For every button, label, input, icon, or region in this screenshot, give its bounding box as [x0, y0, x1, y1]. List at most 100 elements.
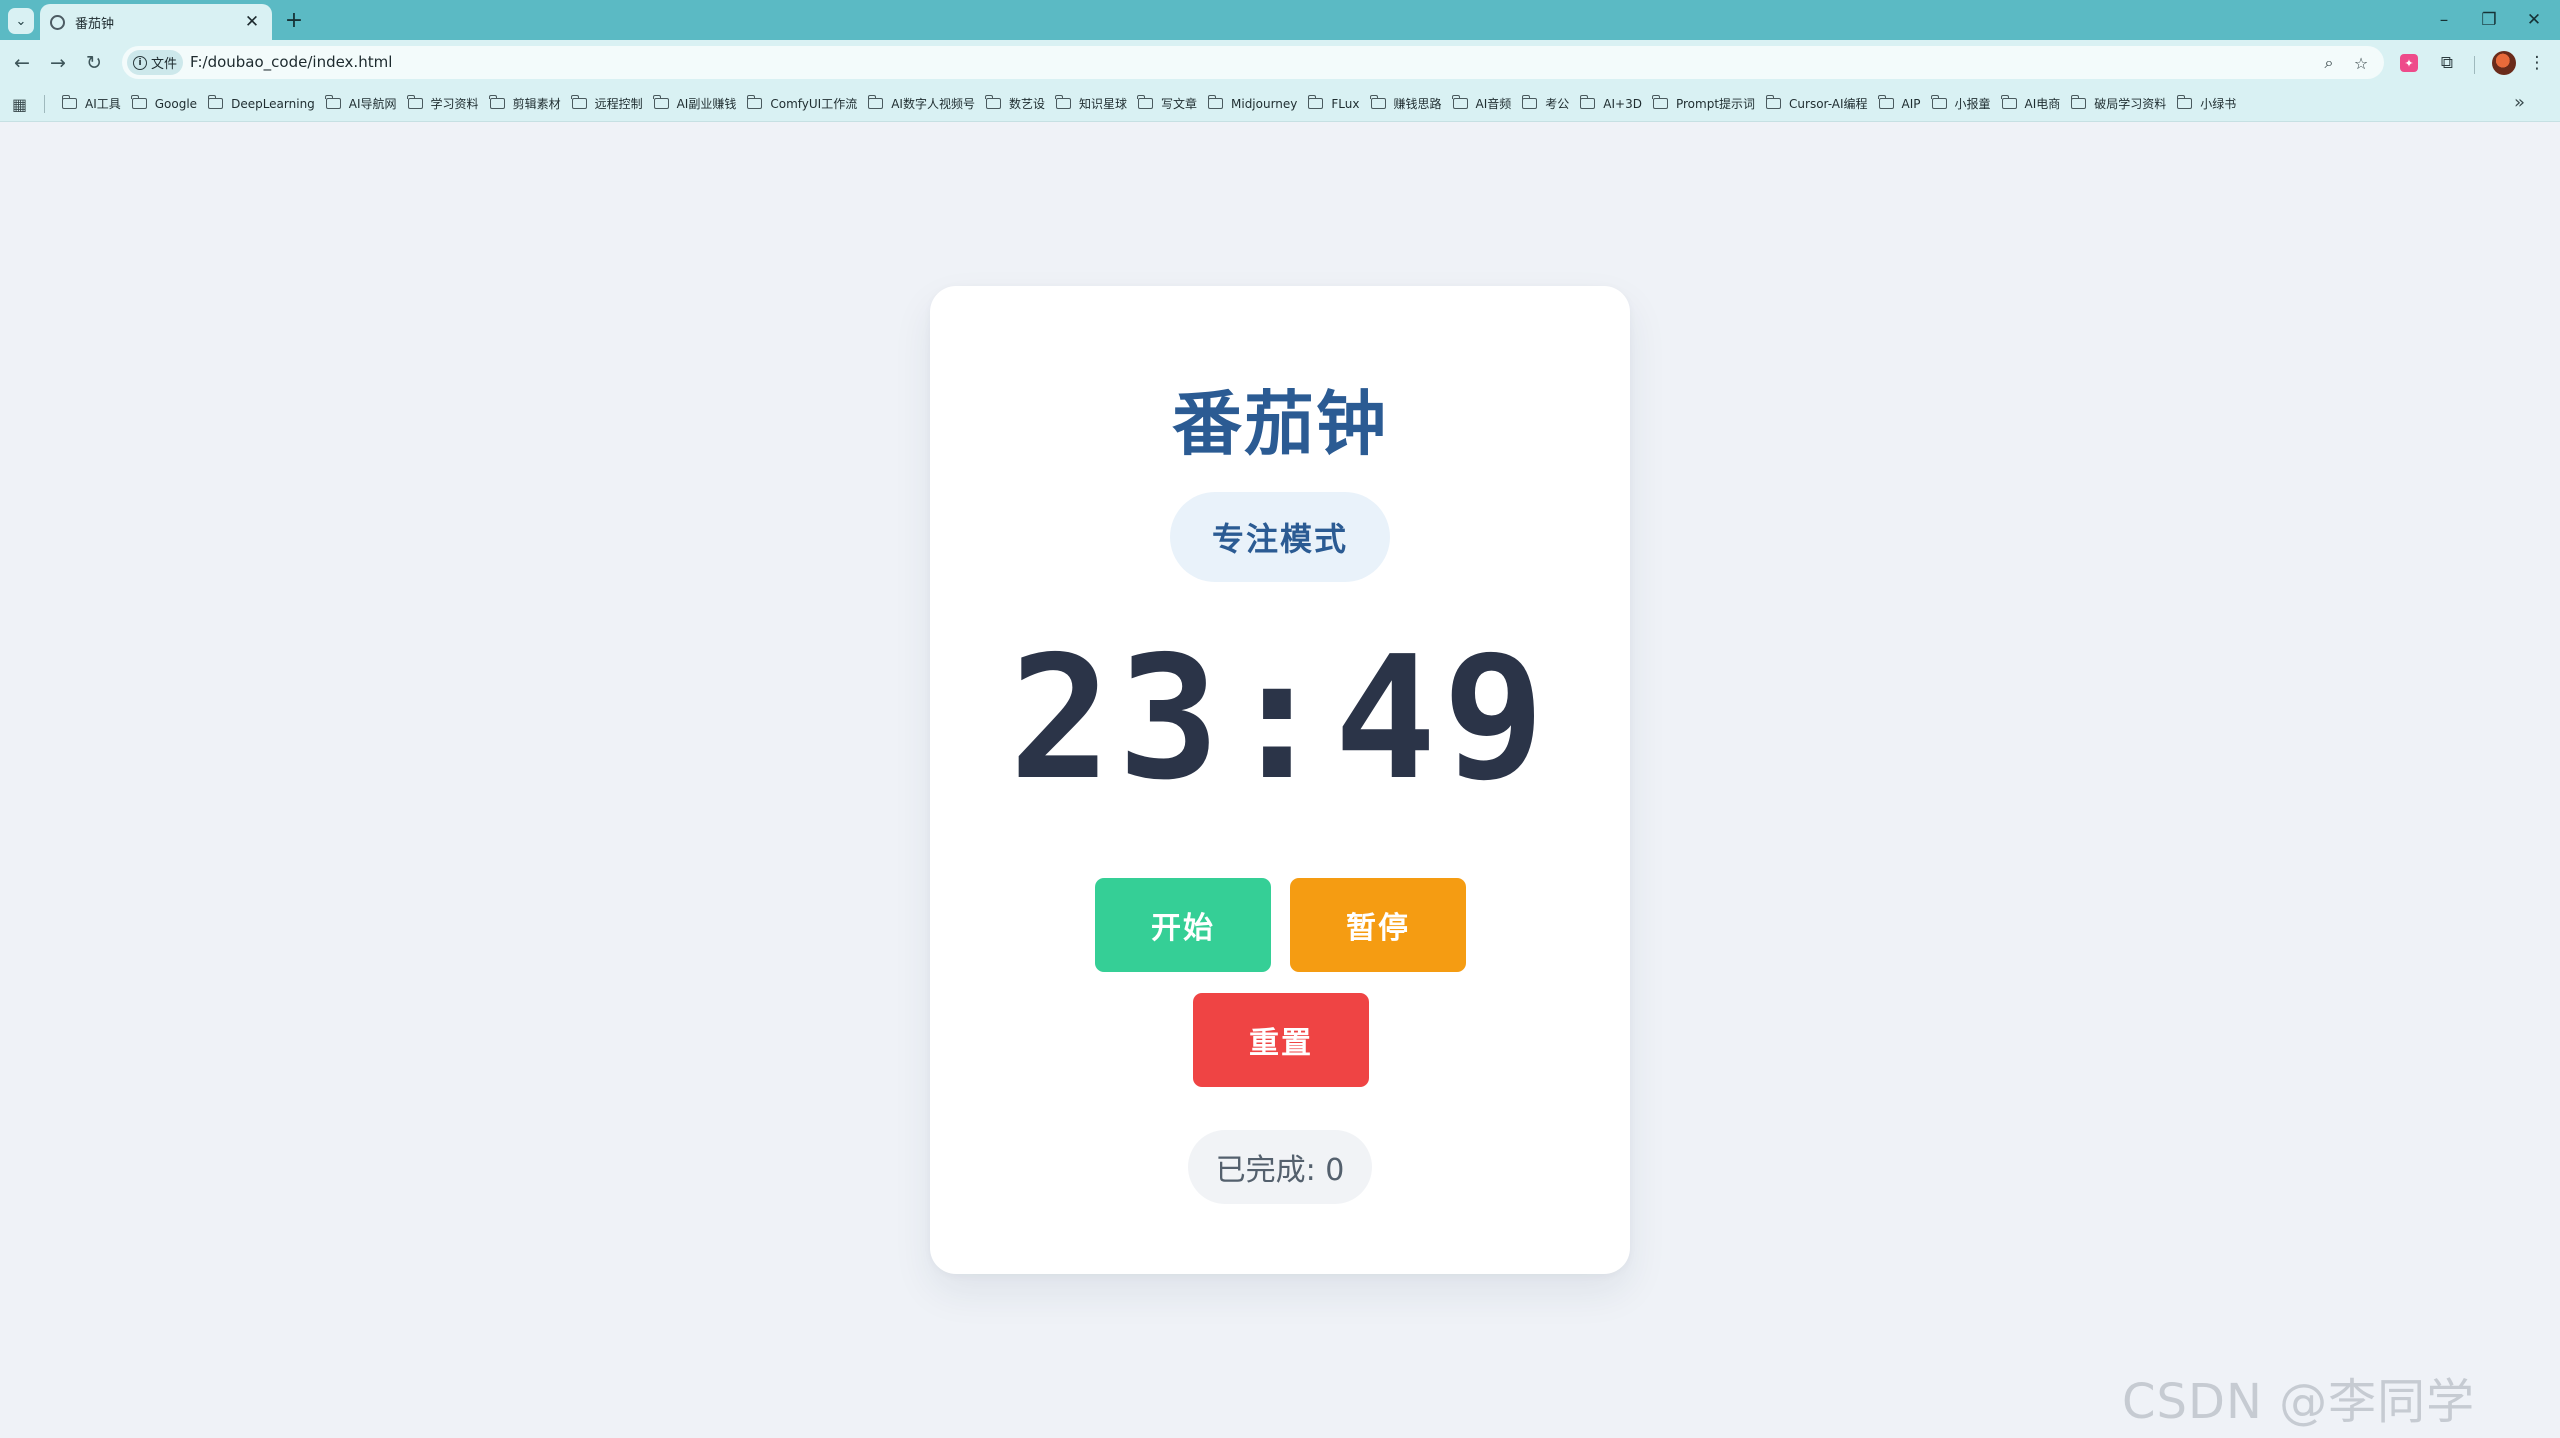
- bookmark-item[interactable]: Midjourney: [1204, 90, 1304, 118]
- folder-icon: [131, 95, 147, 109]
- bookmark-label: DeepLearning: [231, 96, 315, 111]
- folder-icon: [1452, 95, 1468, 109]
- timer-display: 23:49: [1009, 620, 1551, 818]
- folder-icon: [1878, 95, 1894, 109]
- new-tab-button[interactable]: +: [280, 6, 308, 34]
- tab-title: 番茄钟: [75, 16, 115, 32]
- folder-icon: [2070, 95, 2087, 109]
- tab-close-icon[interactable]: ✕: [242, 12, 262, 32]
- bookmark-label: 小报童: [1954, 97, 1991, 111]
- bookmark-label: 数艺设: [1008, 97, 1045, 111]
- active-tab[interactable]: 番茄钟 ✕: [40, 4, 272, 40]
- folder-icon: [1579, 95, 1596, 109]
- bookmark-item[interactable]: 考公: [1518, 90, 1576, 118]
- bookmark-item[interactable]: 破局学习资料: [2067, 90, 2173, 118]
- start-button[interactable]: 开始: [1095, 878, 1271, 972]
- folder-icon: [867, 95, 884, 109]
- bookmark-item[interactable]: AI音频: [1449, 90, 1519, 118]
- bookmark-list: AI工具 Google DeepLearning AI导航网 学习资料 剪辑素材 远程控制 A…: [58, 85, 2243, 122]
- bookmark-item[interactable]: 剪辑素材: [486, 90, 568, 118]
- bookmark-item[interactable]: Google: [128, 90, 204, 118]
- minimize-button[interactable]: –: [2424, 4, 2464, 36]
- more-bookmarks-icon[interactable]: »: [2514, 92, 2525, 113]
- bookmark-item[interactable]: AI导航网: [322, 90, 404, 118]
- folder-icon: [1521, 95, 1538, 109]
- bookmark-label: 知识星球: [1078, 97, 1127, 111]
- folder-icon: [1765, 95, 1782, 109]
- bookmark-item[interactable]: ComfyUI工作流: [743, 90, 864, 118]
- bookmark-item[interactable]: 数艺设: [982, 90, 1052, 118]
- apps-grid-icon[interactable]: ▦: [12, 95, 27, 114]
- back-arrow-icon[interactable]: ←: [7, 48, 37, 78]
- bookmark-item[interactable]: AI+3D: [1576, 90, 1649, 118]
- folder-icon: [1931, 95, 1947, 109]
- bookmark-item[interactable]: AIP: [1875, 90, 1928, 118]
- bookmark-label: 写文章: [1160, 97, 1197, 111]
- forward-arrow-icon[interactable]: →: [43, 48, 73, 78]
- folder-icon: [985, 95, 1001, 109]
- tab-search-icon[interactable]: ⌄: [8, 8, 34, 34]
- close-window-button[interactable]: ✕: [2514, 4, 2554, 36]
- bookmark-label: 破局学习资料: [2094, 97, 2167, 111]
- bookmark-item[interactable]: AI工具: [58, 90, 128, 118]
- bookmark-label: FLux: [1331, 96, 1360, 111]
- restore-button[interactable]: ❐: [2469, 4, 2509, 36]
- bookmark-item[interactable]: AI电商: [1998, 90, 2068, 118]
- bookmarks-divider: [44, 95, 45, 113]
- pomodoro-card: 番茄钟 专注模式 23:49 开始 暂停 重置 已完成: 0: [930, 286, 1630, 1274]
- folder-icon: [1207, 95, 1223, 109]
- folder-icon: [1370, 95, 1386, 109]
- bookmark-item[interactable]: 赚钱思路: [1367, 90, 1449, 118]
- page-title: 番茄钟: [1172, 383, 1388, 465]
- reset-button[interactable]: 重置: [1193, 993, 1369, 1087]
- bookmark-item[interactable]: 学习资料: [404, 90, 486, 118]
- bookmark-label: Prompt提示词: [1675, 97, 1756, 111]
- bookmark-label: AIP: [1901, 96, 1921, 111]
- folder-icon: [746, 95, 763, 109]
- extension-icon[interactable]: ✦: [2400, 54, 2418, 72]
- bookmark-item[interactable]: 小绿书: [2173, 90, 2243, 118]
- pause-button[interactable]: 暂停: [1290, 878, 1466, 972]
- bookmark-label: ComfyUI工作流: [770, 97, 858, 111]
- bookmark-item[interactable]: 远程控制: [568, 90, 650, 118]
- globe-icon: [50, 14, 65, 30]
- site-chip-label: 文件: [151, 57, 178, 72]
- mode-badge: 专注模式: [1170, 492, 1390, 582]
- bookmark-item[interactable]: 知识星球: [1052, 90, 1134, 118]
- profile-avatar[interactable]: [2492, 51, 2516, 75]
- folder-icon: [489, 95, 505, 109]
- folder-icon: [653, 95, 669, 109]
- folder-icon: [1055, 95, 1071, 109]
- site-info-chip[interactable]: i 文件: [127, 50, 183, 75]
- bookmark-label: Midjourney: [1231, 96, 1298, 111]
- bookmark-item[interactable]: FLux: [1304, 90, 1366, 118]
- bookmark-label: 小绿书: [2200, 97, 2237, 111]
- url-text[interactable]: F:/doubao_code/index.html: [190, 53, 392, 71]
- bookmark-item[interactable]: 写文章: [1134, 90, 1204, 118]
- kebab-menu-icon[interactable]: ⋮: [2522, 48, 2552, 78]
- bookmark-item[interactable]: Prompt提示词: [1649, 90, 1762, 118]
- bookmark-item[interactable]: DeepLearning: [204, 90, 322, 118]
- zoom-icon[interactable]: ⌕: [2316, 50, 2342, 76]
- puzzle-extensions-icon[interactable]: ⧉: [2432, 48, 2462, 78]
- folder-icon: [61, 95, 77, 109]
- folder-icon: [325, 95, 341, 109]
- folder-icon: [1307, 95, 1324, 109]
- completed-counter: 已完成: 0: [1188, 1130, 1372, 1204]
- address-bar[interactable]: i 文件 F:/doubao_code/index.html ⌕ ☆: [122, 46, 2384, 79]
- toolbar-divider: [2474, 56, 2475, 74]
- bookmark-item[interactable]: Cursor-AI编程: [1762, 90, 1875, 118]
- bookmark-label: 赚钱思路: [1393, 97, 1442, 111]
- tab-strip: ⌄ 番茄钟 ✕ + – ❐ ✕: [0, 0, 2560, 40]
- bookmark-label: 学习资料: [430, 97, 479, 111]
- bookmark-item[interactable]: AI副业赚钱: [650, 90, 744, 118]
- bookmark-label: AI+3D: [1603, 96, 1642, 111]
- folder-icon: [207, 95, 224, 109]
- bookmark-item[interactable]: 小报童: [1928, 90, 1998, 118]
- bookmark-label: AI电商: [2024, 97, 2061, 111]
- bookmark-label: 剪辑素材: [512, 97, 561, 111]
- reload-icon[interactable]: ↻: [79, 48, 109, 78]
- folder-icon: [2176, 95, 2193, 109]
- bookmark-star-icon[interactable]: ☆: [2348, 50, 2374, 76]
- bookmark-item[interactable]: AI数字人视频号: [864, 90, 982, 118]
